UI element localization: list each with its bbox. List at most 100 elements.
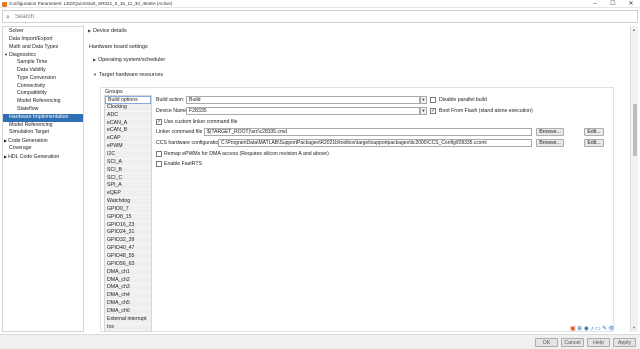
matlab-icon[interactable]: ▣ [570, 326, 576, 332]
remap-epwm-checkbox[interactable] [156, 151, 162, 157]
group-item[interactable]: SCI_B [105, 167, 151, 175]
group-item[interactable]: SCI_A [105, 159, 151, 167]
group-item[interactable]: External interrupt [105, 316, 151, 324]
tree-item-label: Stateflow [17, 106, 39, 112]
group-item[interactable]: Clocking [105, 104, 151, 112]
tree-item-hardware-implementation[interactable]: Hardware Implementation [3, 113, 83, 122]
tree-item-model-referencing[interactable]: Model Referencing [3, 98, 83, 106]
settings-icon[interactable]: ⚙ [609, 326, 614, 332]
group-item[interactable]: SPI_A [105, 182, 151, 191]
pen-icon[interactable]: ✎ [602, 326, 607, 332]
maximize-button[interactable]: ☐ [604, 0, 622, 8]
dialog-footer: OK Cancel Help Apply [0, 334, 640, 349]
hw-board-settings-heading: Hardware board settings [89, 44, 148, 50]
tree-item-compatibility[interactable]: Compatibility [3, 90, 83, 98]
apply-button[interactable]: Apply [613, 338, 636, 347]
group-item[interactable]: GPIO16_23 [105, 222, 151, 230]
linker-browse-button[interactable]: Browse... [536, 128, 564, 136]
group-item[interactable]: Watchdog [105, 198, 151, 206]
group-item[interactable]: DMA_ch5 [105, 300, 151, 308]
close-button[interactable]: ✕ [622, 0, 640, 8]
cancel-button[interactable]: Cancel [561, 338, 584, 347]
group-item[interactable]: DMA_ch6 [105, 308, 151, 316]
group-item[interactable]: Build options [105, 96, 151, 104]
chevron-down-icon[interactable]: ▼ [4, 52, 8, 57]
search-input[interactable] [15, 12, 615, 22]
tree-item-data-validity[interactable]: Data Validity [3, 67, 83, 75]
app-icon [2, 1, 7, 7]
ok-button[interactable]: OK [535, 338, 558, 347]
search-icon: ⌕ [6, 13, 10, 21]
target-hw-resources-section[interactable]: ▼ Target hardware resources [93, 72, 163, 78]
disable-parallel-checkbox[interactable] [430, 97, 436, 103]
tree-item-simulation-target[interactable]: Simulation Target [3, 129, 83, 137]
tree-item-hdl-code-generation[interactable]: ▶HDL Code Generation [3, 153, 83, 161]
minimize-button[interactable]: – [586, 0, 604, 8]
tree-item-type-conversion[interactable]: Type Conversion [3, 75, 83, 83]
scroll-thumb[interactable] [632, 104, 637, 156]
device-name-select[interactable]: F28335 [186, 107, 420, 115]
ccs-config-field[interactable]: C:\ProgramData\MATLAB\SupportPackages\R2… [218, 139, 532, 147]
group-item[interactable]: GPIO32_39 [105, 237, 151, 246]
tree-item-data-import-export[interactable]: Data Import/Export [3, 36, 83, 44]
chevron-down-icon[interactable]: ▼ [420, 96, 427, 104]
tree-item-label: HDL Code Generation [8, 153, 60, 160]
tree-item-math-and-data-types[interactable]: Math and Data Types [3, 44, 83, 52]
language-icon[interactable]: ⊕ [577, 326, 582, 332]
tree-item-stateflow[interactable]: Stateflow [3, 106, 83, 114]
group-item[interactable]: GPIO40_47 [105, 245, 151, 253]
chevron-right-icon[interactable]: ▶ [4, 154, 7, 159]
tree-item-model-referencing[interactable]: Model Referencing [3, 122, 83, 130]
group-item[interactable]: SCI_C [105, 175, 151, 183]
group-item[interactable]: eCAP [105, 135, 151, 144]
scroll-up-icon[interactable]: ▲ [632, 27, 636, 32]
group-item[interactable]: DMA_ch3 [105, 284, 151, 293]
group-item[interactable]: eQEP [105, 190, 151, 198]
help-button[interactable]: Help [587, 338, 610, 347]
group-item[interactable]: GPIO48_55 [105, 253, 151, 261]
tree-item-diagnostics[interactable]: ▼Diagnostics [3, 51, 83, 59]
ccs-edit-button[interactable]: Edit... [584, 139, 604, 147]
group-item[interactable]: GPIO0_7 [105, 206, 151, 214]
device-details-label: Device details [93, 28, 127, 34]
tree-item-label: Code Generation [8, 138, 48, 145]
group-item[interactable]: GPIO56_63 [105, 261, 151, 269]
tree-item-connectivity[interactable]: Connectivity [3, 83, 83, 91]
chevron-down-icon[interactable]: ▼ [420, 107, 427, 115]
fastrts-checkbox[interactable] [156, 161, 162, 167]
tree-item-solver[interactable]: Solver [3, 28, 83, 36]
group-item[interactable]: ePWM [105, 143, 151, 151]
tree-item-coverage[interactable]: Coverage [3, 145, 83, 153]
tree-item-label: Coverage [9, 145, 32, 151]
group-item[interactable]: GPIO8_15 [105, 214, 151, 222]
chevron-right-icon[interactable]: ▶ [4, 138, 7, 143]
device-details-section[interactable]: ▶ Device details [88, 28, 127, 34]
group-item[interactable]: Ins [105, 324, 151, 331]
tree-item-code-generation[interactable]: ▶Code Generation [3, 137, 83, 145]
group-list[interactable]: Build options Clocking ADC eCAN_A eCAN_B eCAP… [104, 95, 152, 332]
battery-icon[interactable]: ▭ [595, 326, 601, 332]
tree-item-label: Compatibility [17, 90, 47, 97]
group-item[interactable]: ADC [105, 112, 151, 120]
tree-item-sample-time[interactable]: Sample Time [3, 59, 83, 67]
group-item[interactable]: DMA_ch4 [105, 292, 151, 301]
tree-item-label: Hardware Implementation [9, 113, 69, 120]
custom-linker-checkbox[interactable]: ✓ [156, 119, 162, 125]
scroll-down-icon[interactable]: ▼ [632, 325, 636, 330]
linker-edit-button[interactable]: Edit... [584, 128, 604, 136]
boot-flash-checkbox[interactable]: ✓ [430, 108, 436, 114]
tree-item-label: Sample Time [17, 59, 48, 66]
os-scheduler-section[interactable]: ▶ Operating system/scheduler [93, 57, 165, 63]
group-item[interactable]: eCAN_B [105, 127, 151, 136]
volume-icon[interactable]: ♪ [590, 326, 593, 332]
ccs-browse-button[interactable]: Browse... [536, 139, 564, 147]
build-action-select[interactable]: Build [186, 96, 420, 104]
linker-file-field[interactable]: $(TARGET_ROOT)\src\c28335.cmd [204, 128, 532, 136]
group-item[interactable]: I2C [105, 151, 151, 159]
group-item[interactable]: eCAN_A [105, 120, 151, 128]
network-icon[interactable]: ◉ [584, 326, 589, 332]
vertical-scrollbar[interactable]: ▲ ▼ [630, 26, 638, 332]
group-item[interactable]: GPIO24_31 [105, 229, 151, 238]
group-item[interactable]: DMA_ch1 [105, 269, 151, 277]
group-item[interactable]: DMA_ch2 [105, 277, 151, 285]
